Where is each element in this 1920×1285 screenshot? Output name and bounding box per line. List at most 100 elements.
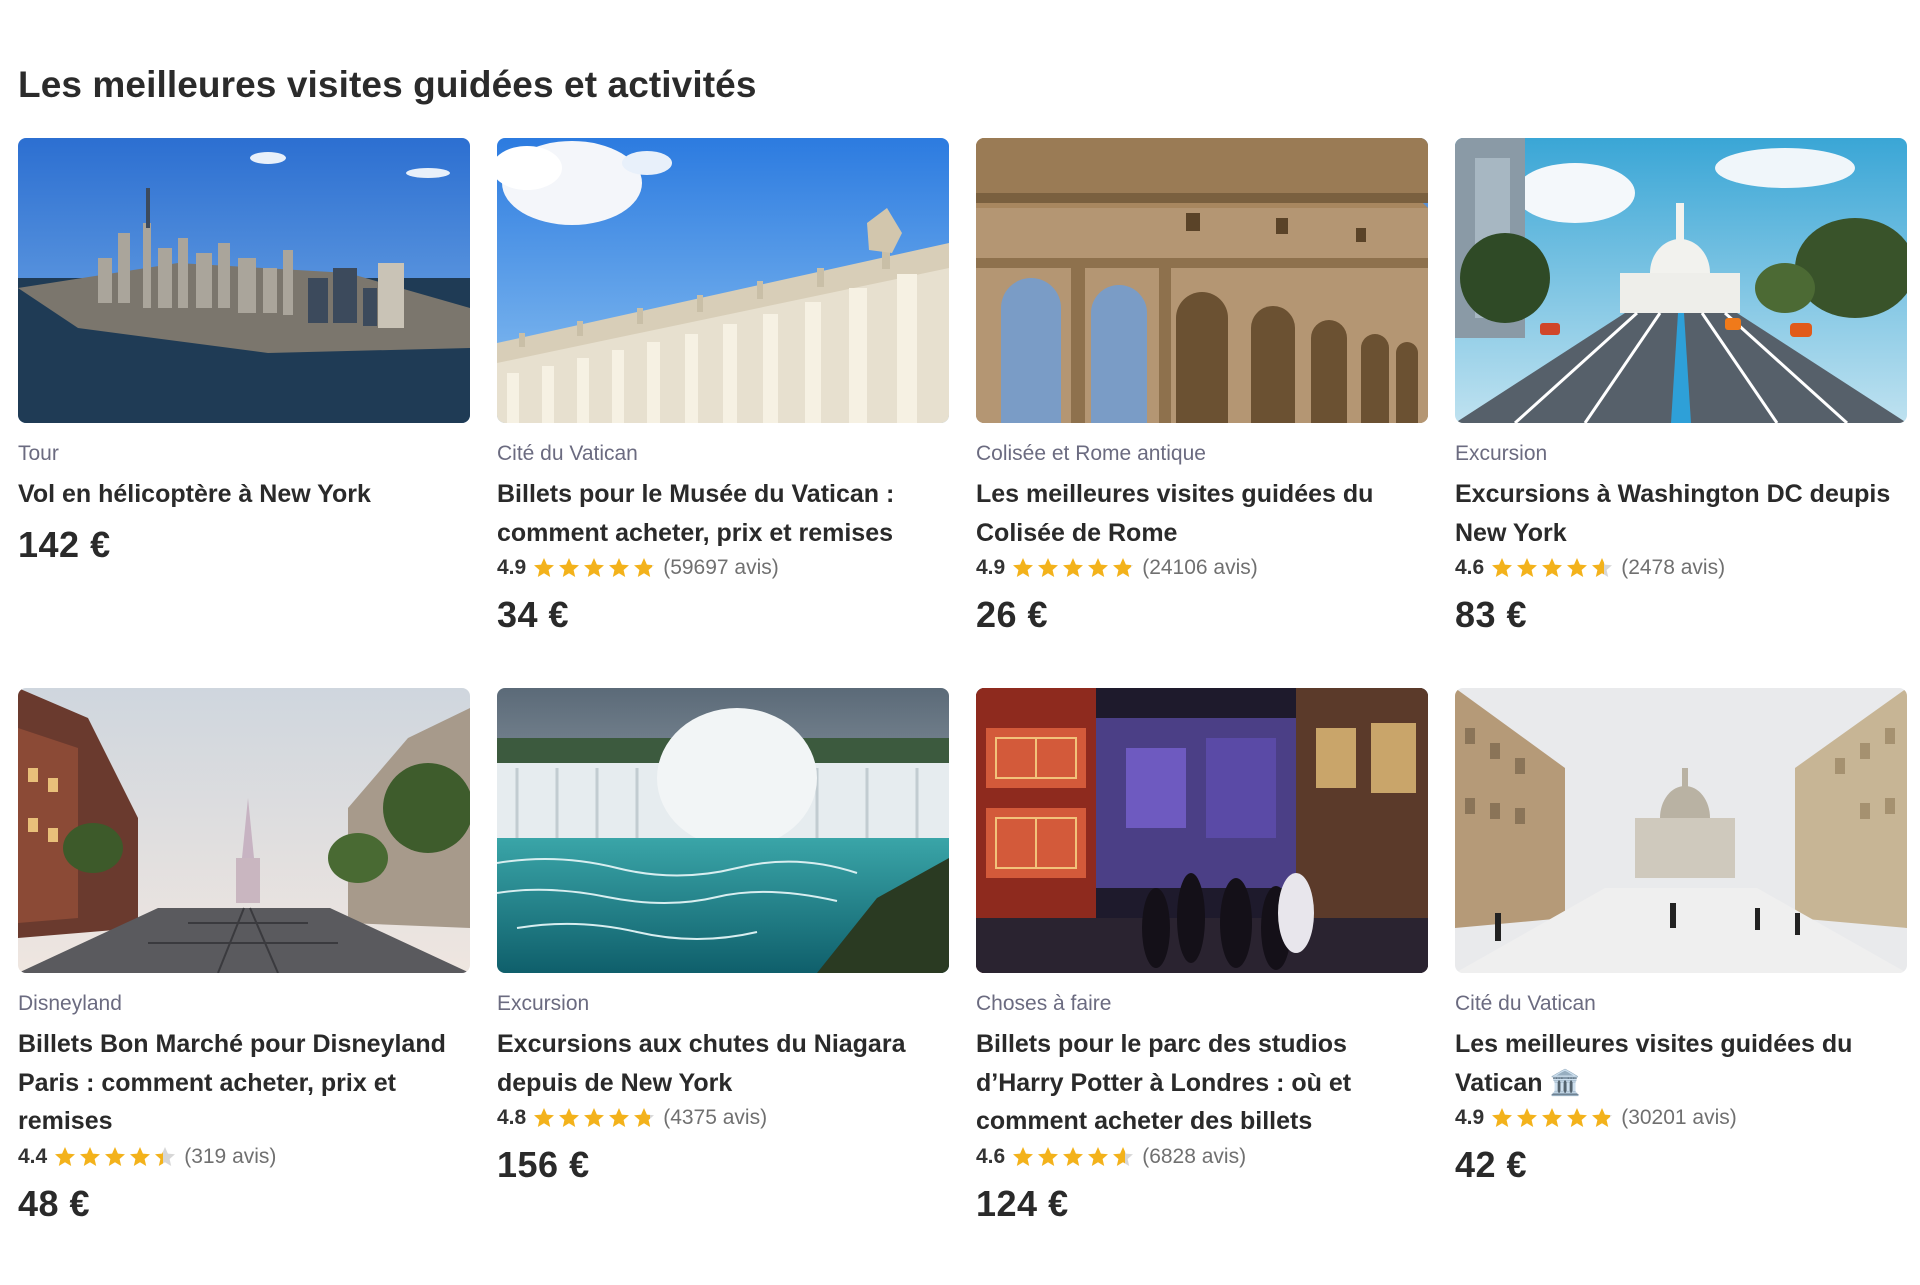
star-rating	[53, 1145, 178, 1169]
review-count: (24106 avis)	[1142, 556, 1258, 579]
activity-card[interactable]: Colisée et Rome antique Les meilleures v…	[976, 138, 1428, 688]
card-category: Choses à faire	[976, 992, 1112, 1015]
card-title[interactable]: Excursions aux chutes du Niagara depuis …	[497, 1025, 949, 1102]
star-icon	[130, 1146, 151, 1166]
star-rating	[1490, 556, 1615, 580]
star-rating	[1490, 1106, 1615, 1130]
card-title[interactable]: Les meilleures visites guidées du Colisé…	[976, 475, 1428, 552]
card-price: 83 €	[1455, 594, 1528, 635]
card-category: Tour	[18, 442, 59, 465]
card-price: 142 €	[18, 523, 111, 565]
review-count: (30201 avis)	[1621, 1106, 1737, 1129]
rating-score: 4.4	[18, 1144, 48, 1168]
card-title[interactable]: Vol en hélicoptère à New York	[18, 475, 470, 514]
card-category: Colisée et Rome antique	[976, 442, 1206, 465]
card-title[interactable]: Les meilleures visites guidées du Vatica…	[1455, 1025, 1907, 1102]
card-image-colosseum[interactable]	[976, 138, 1428, 423]
card-rating: 4.8 (4375 avis)	[497, 1102, 949, 1134]
star-icon	[559, 558, 580, 577]
star-icon	[1492, 558, 1513, 577]
star-icon	[1592, 1108, 1613, 1127]
star-rating	[532, 556, 657, 580]
activity-card[interactable]: Choses à faire Billets pour le parc des …	[976, 688, 1428, 1238]
activity-card[interactable]: Cité du Vatican Billets pour le Musée du…	[497, 138, 949, 688]
rating-score: 4.6	[1455, 556, 1485, 579]
star-icon	[634, 1108, 655, 1127]
star-icon	[1517, 1108, 1538, 1127]
star-icon	[155, 1146, 176, 1166]
card-category: Cité du Vatican	[497, 442, 638, 465]
star-icon	[1592, 558, 1613, 577]
star-icon	[1038, 1146, 1059, 1166]
section-title: Les meilleures visites guidées et activi…	[18, 64, 757, 105]
activity-card[interactable]: Excursion Excursions aux chutes du Niaga…	[497, 688, 949, 1238]
activity-card[interactable]: Excursion Excursions à Washington DC deu…	[1455, 138, 1907, 688]
card-category: Disneyland	[18, 992, 122, 1015]
star-icon	[1088, 558, 1109, 577]
star-icon	[1542, 558, 1563, 577]
star-icon	[105, 1146, 126, 1166]
card-title[interactable]: Billets pour le Musée du Vatican : comme…	[497, 475, 949, 552]
star-icon	[559, 1108, 580, 1127]
card-rating: 4.6 (6828 avis)	[976, 1141, 1428, 1173]
card-category: Excursion	[1455, 442, 1548, 465]
activity-card[interactable]: Disneyland Billets Bon Marché pour Disne…	[18, 688, 470, 1238]
star-icon	[534, 1108, 555, 1127]
card-rating: 4.9 (24106 avis)	[976, 552, 1428, 584]
card-price: 42 €	[1455, 1144, 1528, 1185]
star-icon	[1013, 1146, 1034, 1166]
card-image-st-peters-avenue[interactable]	[1455, 688, 1907, 973]
card-title[interactable]: Billets pour le parc des studios d’Harry…	[976, 1025, 1428, 1141]
star-icon	[1567, 1108, 1588, 1127]
card-category: Cité du Vatican	[1455, 992, 1596, 1015]
star-rating	[1011, 556, 1136, 580]
card-rating: 4.9 (59697 avis)	[497, 552, 949, 584]
review-count: (6828 avis)	[1142, 1144, 1247, 1168]
card-rating: 4.4 (319 avis)	[18, 1141, 470, 1173]
rating-score: 4.8	[497, 1106, 527, 1129]
card-image-new-york[interactable]	[18, 138, 470, 423]
review-count: (319 avis)	[184, 1144, 277, 1168]
review-count: (59697 avis)	[663, 556, 779, 579]
star-icon	[80, 1146, 101, 1166]
card-image-niagara-falls[interactable]	[497, 688, 949, 973]
activity-card[interactable]: Tour Vol en hélicoptère à New York 142 €	[18, 138, 470, 688]
star-icon	[609, 1108, 630, 1127]
card-rating: 4.9 (30201 avis)	[1455, 1102, 1907, 1134]
rating-score: 4.9	[976, 556, 1006, 579]
rating-score: 4.9	[497, 556, 527, 579]
star-icon	[1492, 1108, 1513, 1127]
star-rating	[1011, 1145, 1136, 1169]
review-count: (2478 avis)	[1621, 556, 1726, 579]
card-price: 48 €	[18, 1182, 91, 1224]
star-icon	[1063, 1146, 1084, 1166]
star-icon	[1038, 558, 1059, 577]
card-price: 34 €	[497, 594, 570, 635]
card-image-disneyland[interactable]	[18, 688, 470, 973]
activities-grid: Tour Vol en hélicoptère à New York 142 €	[18, 138, 1908, 1238]
star-icon	[55, 1146, 76, 1166]
star-icon	[1113, 1146, 1134, 1166]
star-icon	[634, 558, 655, 577]
activity-card[interactable]: Cité du Vatican Les meilleures visites g…	[1455, 688, 1907, 1238]
card-image-harry-potter-studios[interactable]	[976, 688, 1428, 973]
star-icon	[534, 558, 555, 577]
review-count: (4375 avis)	[663, 1106, 768, 1129]
card-image-vatican-colonnade[interactable]	[497, 138, 949, 423]
star-icon	[1567, 558, 1588, 577]
star-icon	[584, 558, 605, 577]
star-icon	[1542, 1108, 1563, 1127]
star-icon	[1013, 558, 1034, 577]
card-rating: 4.6 (2478 avis)	[1455, 552, 1907, 584]
star-icon	[1113, 558, 1134, 577]
star-icon	[1063, 558, 1084, 577]
star-icon	[584, 1108, 605, 1127]
card-title[interactable]: Excursions à Washington DC deupis New Yo…	[1455, 475, 1907, 552]
rating-score: 4.9	[1455, 1106, 1485, 1129]
star-icon	[609, 558, 630, 577]
card-price: 26 €	[976, 594, 1049, 635]
card-price: 156 €	[497, 1144, 590, 1185]
card-title[interactable]: Billets Bon Marché pour Disneyland Paris…	[18, 1025, 470, 1141]
star-rating	[532, 1106, 657, 1130]
card-image-washington-dc[interactable]	[1455, 138, 1907, 423]
